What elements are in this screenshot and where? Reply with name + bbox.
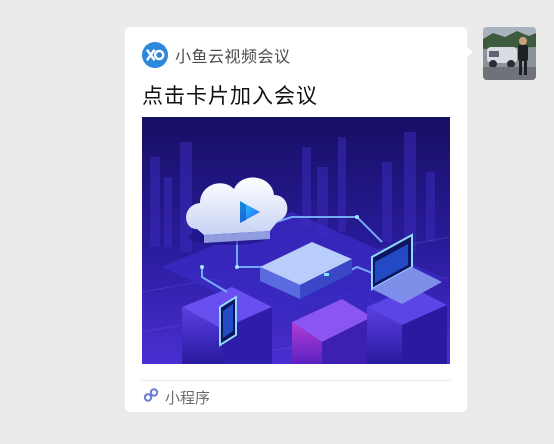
card-app-header: 小鱼云视频会议	[142, 42, 291, 68]
mini-program-icon	[142, 386, 160, 408]
card-divider	[142, 380, 450, 381]
card-title[interactable]: 点击卡片加入会议	[142, 80, 318, 110]
mini-program-label: 小程序	[165, 388, 211, 407]
user-avatar[interactable]	[483, 27, 536, 80]
message-bubble-tail	[465, 45, 473, 59]
app-name: 小鱼云视频会议	[175, 47, 291, 66]
card-banner-image[interactable]	[142, 117, 450, 364]
mini-program-footer: 小程序	[142, 386, 210, 408]
xiaoyu-logo-icon	[142, 42, 168, 68]
